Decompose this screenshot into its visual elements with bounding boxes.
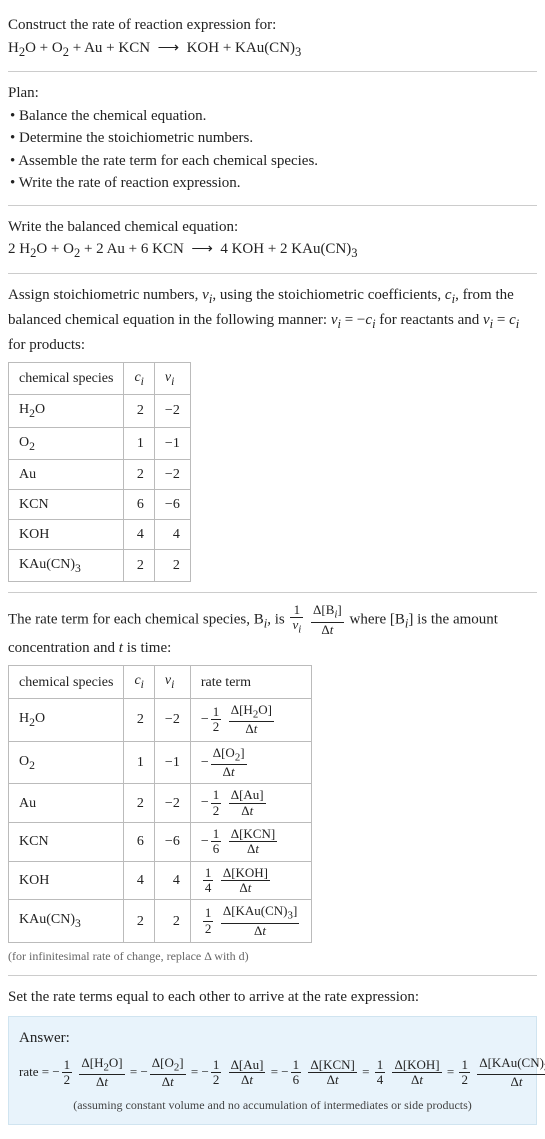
col-species: chemical species — [9, 666, 124, 698]
cell-ci: 1 — [124, 427, 154, 459]
intro-equation: H2O + O2 + Au + KCN ⟶ KOH + KAu(CN)3 — [8, 37, 537, 62]
cell-nui: −2 — [154, 698, 190, 741]
table-row: KOH44 — [9, 519, 191, 549]
cell-ci: 2 — [124, 459, 154, 489]
plan-list: Balance the chemical equation. Determine… — [8, 105, 537, 195]
cell-species: KAu(CN)3 — [9, 900, 124, 943]
cell-species: KAu(CN)3 — [9, 549, 124, 581]
cell-ci: 1 — [124, 741, 154, 784]
final-section: Set the rate terms equal to each other t… — [8, 980, 537, 1131]
table-row: Au2−2 — [9, 459, 191, 489]
stoich-table-1: chemical species ci νi H2O2−2O21−1Au2−2K… — [8, 362, 191, 582]
divider — [8, 273, 537, 274]
cell-nui: −2 — [154, 784, 190, 823]
answer-rate-expression: rate = −12 Δ[H2O]Δt = −Δ[O2]Δt = −12 Δ[A… — [19, 1056, 526, 1090]
divider — [8, 592, 537, 593]
cell-ci: 2 — [124, 698, 154, 741]
col-nui: νi — [154, 363, 190, 395]
cell-nui: −2 — [154, 459, 190, 489]
rateterm-section: The rate term for each chemical species,… — [8, 597, 537, 971]
cell-nui: 2 — [154, 900, 190, 943]
stoich-table-2: chemical species ci νi rate term H2O2−2−… — [8, 665, 312, 942]
cell-species: KCN — [9, 489, 124, 519]
intro-section: Construct the rate of reaction expressio… — [8, 8, 537, 67]
plan-heading: Plan: — [8, 82, 537, 105]
plan-section: Plan: Balance the chemical equation. Det… — [8, 76, 537, 201]
final-heading: Set the rate terms equal to each other t… — [8, 986, 537, 1009]
answer-label: Answer: — [19, 1027, 526, 1050]
plan-item: Assemble the rate term for each chemical… — [10, 150, 537, 173]
cell-species: H2O — [9, 698, 124, 741]
cell-rateterm: 14 Δ[KOH]Δt — [190, 861, 311, 900]
plan-item: Balance the chemical equation. — [10, 105, 537, 128]
answer-box: Answer: rate = −12 Δ[H2O]Δt = −Δ[O2]Δt =… — [8, 1016, 537, 1124]
cell-species: Au — [9, 784, 124, 823]
col-rate: rate term — [190, 666, 311, 698]
cell-species: H2O — [9, 395, 124, 427]
intro-heading: Construct the rate of reaction expressio… — [8, 14, 537, 37]
cell-nui: 2 — [154, 549, 190, 581]
table-row: KOH4414 Δ[KOH]Δt — [9, 861, 312, 900]
cell-species: KOH — [9, 519, 124, 549]
cell-ci: 6 — [124, 489, 154, 519]
divider — [8, 205, 537, 206]
table-row: Au2−2−12 Δ[Au]Δt — [9, 784, 312, 823]
assign-text: Assign stoichiometric numbers, νi, using… — [8, 284, 537, 356]
cell-nui: −2 — [154, 395, 190, 427]
col-species: chemical species — [9, 363, 124, 395]
cell-nui: 4 — [154, 519, 190, 549]
cell-nui: −6 — [154, 489, 190, 519]
cell-species: KOH — [9, 861, 124, 900]
balanced-section: Write the balanced chemical equation: 2 … — [8, 210, 537, 269]
table-row: KAu(CN)32212 Δ[KAu(CN)3]Δt — [9, 900, 312, 943]
table-row: H2O2−2 — [9, 395, 191, 427]
cell-ci: 2 — [124, 549, 154, 581]
cell-nui: −1 — [154, 741, 190, 784]
rateterm-intro: The rate term for each chemical species,… — [8, 603, 537, 659]
table-row: O21−1−Δ[O2]Δt — [9, 741, 312, 784]
cell-nui: 4 — [154, 861, 190, 900]
col-ci: ci — [124, 363, 154, 395]
cell-species: O2 — [9, 427, 124, 459]
answer-note: (assuming constant volume and no accumul… — [19, 1096, 526, 1114]
divider — [8, 71, 537, 72]
cell-rateterm: 12 Δ[KAu(CN)3]Δt — [190, 900, 311, 943]
assign-section: Assign stoichiometric numbers, νi, using… — [8, 278, 537, 588]
col-ci: ci — [124, 666, 154, 698]
cell-nui: −6 — [154, 822, 190, 861]
table-header-row: chemical species ci νi rate term — [9, 666, 312, 698]
plan-item: Determine the stoichiometric numbers. — [10, 127, 537, 150]
balanced-equation: 2 H2O + O2 + 2 Au + 6 KCN ⟶ 4 KOH + 2 KA… — [8, 238, 537, 263]
cell-nui: −1 — [154, 427, 190, 459]
cell-rateterm: −12 Δ[Au]Δt — [190, 784, 311, 823]
cell-rateterm: −16 Δ[KCN]Δt — [190, 822, 311, 861]
col-nui: νi — [154, 666, 190, 698]
cell-species: Au — [9, 459, 124, 489]
cell-ci: 2 — [124, 395, 154, 427]
table-row: KAu(CN)322 — [9, 549, 191, 581]
cell-ci: 4 — [124, 861, 154, 900]
table-row: O21−1 — [9, 427, 191, 459]
cell-species: KCN — [9, 822, 124, 861]
cell-ci: 2 — [124, 900, 154, 943]
cell-ci: 2 — [124, 784, 154, 823]
cell-ci: 4 — [124, 519, 154, 549]
balanced-heading: Write the balanced chemical equation: — [8, 216, 537, 239]
table-row: H2O2−2−12 Δ[H2O]Δt — [9, 698, 312, 741]
table-row: KCN6−6 — [9, 489, 191, 519]
cell-species: O2 — [9, 741, 124, 784]
cell-rateterm: −12 Δ[H2O]Δt — [190, 698, 311, 741]
table-row: KCN6−6−16 Δ[KCN]Δt — [9, 822, 312, 861]
plan-item: Write the rate of reaction expression. — [10, 172, 537, 195]
rateterm-footnote: (for infinitesimal rate of change, repla… — [8, 947, 537, 965]
divider — [8, 975, 537, 976]
cell-rateterm: −Δ[O2]Δt — [190, 741, 311, 784]
table-header-row: chemical species ci νi — [9, 363, 191, 395]
cell-ci: 6 — [124, 822, 154, 861]
